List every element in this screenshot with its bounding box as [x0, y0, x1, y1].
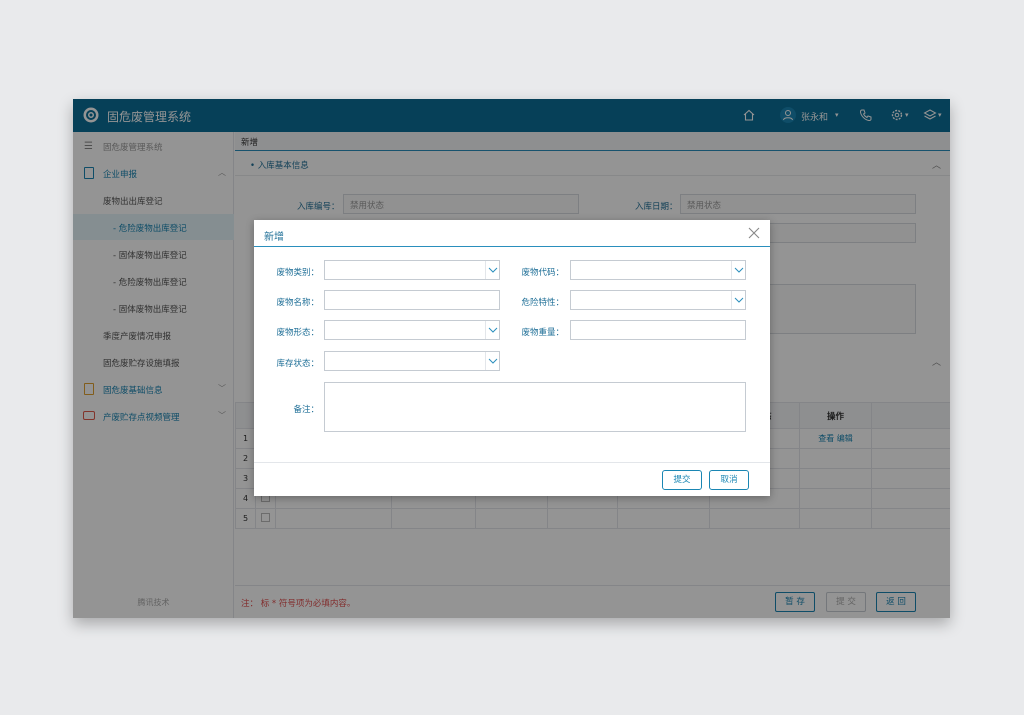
- dialog-title: 新增: [264, 232, 284, 243]
- label-waste-form: 废物形态：: [276, 328, 319, 338]
- label-waste-category: 废物类别：: [276, 268, 319, 278]
- close-icon[interactable]: [746, 225, 762, 241]
- dialog-submit-button[interactable]: 提交: [662, 470, 702, 490]
- dialog-header: 新增: [254, 220, 770, 247]
- waste-category-select[interactable]: [324, 260, 500, 280]
- remark-textarea[interactable]: [324, 382, 746, 432]
- chevron-down-icon: [485, 321, 499, 339]
- label-waste-code: 废物代码：: [521, 268, 564, 278]
- add-dialog: 新增 废物类别： 废物代码： 废物名称： 危险特性： 废物形态： 废物重量： 库…: [254, 220, 770, 496]
- waste-name-input[interactable]: [324, 290, 500, 310]
- waste-code-select[interactable]: [570, 260, 746, 280]
- label-remark: 备注：: [293, 405, 319, 415]
- chevron-down-icon: [731, 261, 745, 279]
- hazard-property-select[interactable]: [570, 290, 746, 310]
- label-waste-name: 废物名称：: [276, 298, 319, 308]
- label-stock-status: 库存状态：: [276, 359, 319, 369]
- waste-form-select[interactable]: [324, 320, 500, 340]
- dialog-footer: 提交 取消: [254, 462, 770, 496]
- chevron-down-icon: [485, 261, 499, 279]
- waste-weight-input[interactable]: [570, 320, 746, 340]
- dialog-cancel-button[interactable]: 取消: [709, 470, 749, 490]
- label-hazard-property: 危险特性：: [521, 298, 564, 308]
- stock-status-select[interactable]: [324, 351, 500, 371]
- chevron-down-icon: [485, 352, 499, 370]
- chevron-down-icon: [731, 291, 745, 309]
- label-waste-weight: 废物重量：: [521, 328, 564, 338]
